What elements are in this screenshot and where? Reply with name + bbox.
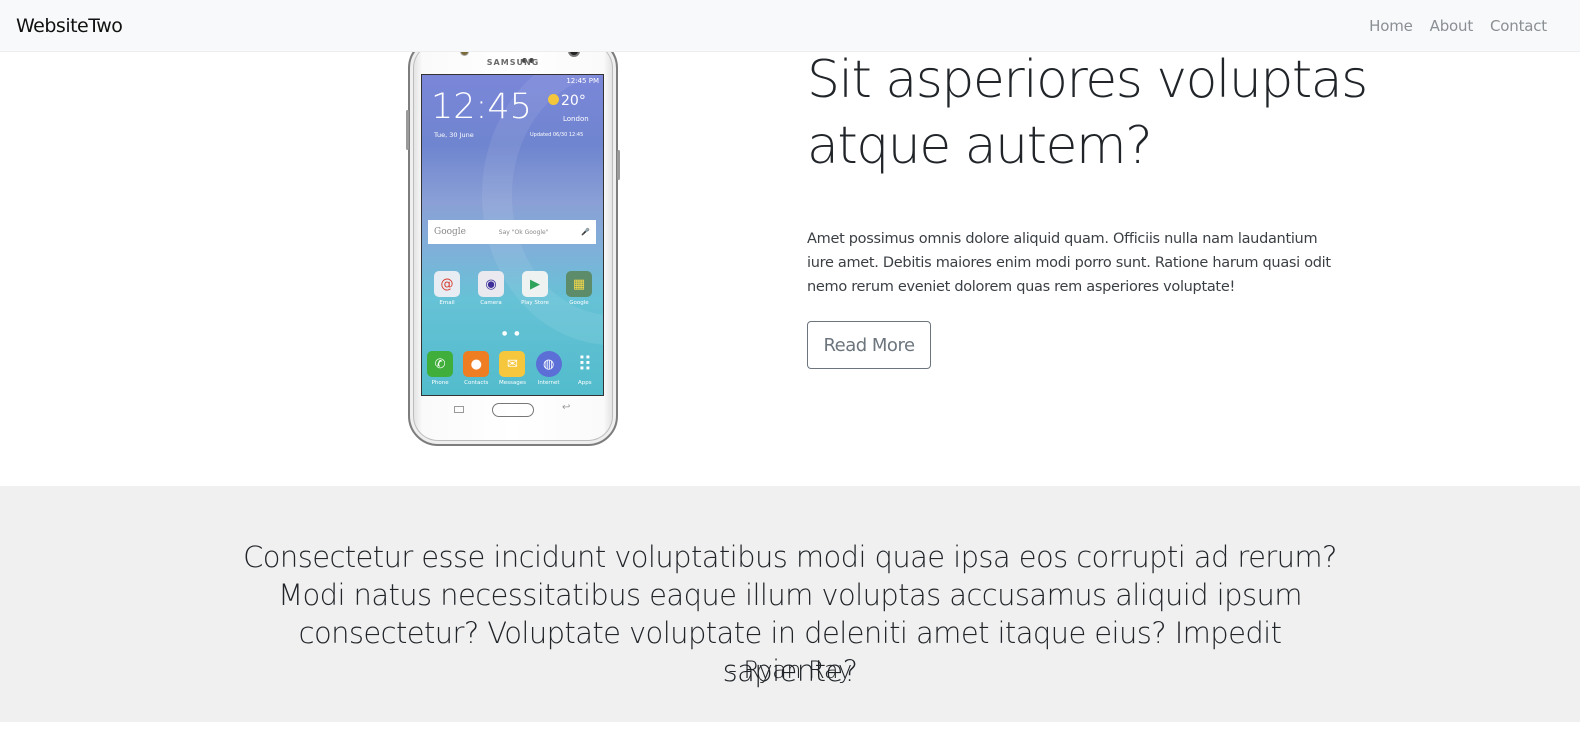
google-folder-icon: ▦ [566, 271, 592, 297]
phone-body: SAMSUNG 12:45 PM 12:45 Tue, 30 June 20° … [406, 38, 620, 446]
contacts-icon: ● [463, 351, 490, 377]
weather-sun-icon [548, 94, 559, 105]
email-icon: @ [434, 271, 460, 297]
camera-icon: ◉ [478, 271, 504, 297]
phone-brand-logo: SAMSUNG [486, 58, 540, 67]
home-button-icon [492, 403, 534, 417]
app-google: ▦ Google [562, 271, 596, 306]
nav-link-home[interactable]: Home [1369, 17, 1413, 35]
app-label: Camera [480, 300, 502, 306]
quote-author: - Ryan Ray [728, 656, 852, 684]
recent-apps-icon [454, 406, 464, 413]
hero-section: SAMSUNG 12:45 PM 12:45 Tue, 30 June 20° … [0, 38, 1580, 486]
app-phone: ✆ Phone [423, 351, 457, 386]
app-email: @ Email [430, 271, 464, 306]
app-label: Google [569, 300, 589, 306]
app-label: Internet [537, 380, 560, 386]
weather-location: London [563, 115, 589, 123]
app-dock: ✆ Phone ● Contacts ✉ Messages ◍ Internet [422, 351, 603, 386]
app-label: Apps [578, 380, 592, 386]
messages-icon: ✉ [499, 351, 526, 377]
app-apps: ⠿ Apps [568, 351, 602, 386]
app-camera: ◉ Camera [474, 271, 508, 306]
page-indicator-dots: ●● [502, 330, 527, 337]
phone-screen: 12:45 PM 12:45 Tue, 30 June 20° London U… [421, 74, 604, 396]
app-play-store: ▶ Play Store [518, 271, 552, 306]
hero-paragraph: Amet possimus omnis dolore aliquid quam.… [807, 231, 1331, 295]
navbar-brand[interactable]: WebsiteTwo [16, 15, 123, 37]
google-search-brand: Google [434, 227, 466, 237]
app-label: Contacts [464, 380, 489, 386]
app-label: Email [439, 300, 455, 306]
nav-link-about[interactable]: About [1430, 17, 1474, 35]
app-internet: ◍ Internet [532, 351, 566, 386]
app-messages: ✉ Messages [495, 351, 529, 386]
google-search-hint: Say "Ok Google" [498, 228, 549, 236]
volume-button [406, 110, 409, 150]
app-contacts: ● Contacts [459, 351, 493, 386]
app-label: Messages [498, 380, 526, 386]
weather-updated: Updated 06/30 12:45 [530, 132, 584, 138]
play-store-icon: ▶ [522, 271, 548, 297]
navbar: WebsiteTwo Home About Contact [0, 0, 1580, 52]
power-button [617, 150, 620, 180]
hero-title: Sit asperiores voluptas atque autem? [807, 50, 1368, 176]
google-search-widget: Google Say "Ok Google" 🎤 [428, 220, 596, 244]
app-label: Phone [431, 380, 449, 386]
apps-grid-icon: ⠿ [577, 352, 593, 376]
home-app-grid: @ Email ◉ Camera ▶ Play Store ▦ Google [425, 271, 601, 306]
weather-temperature: 20° [561, 93, 586, 109]
phone-status-time: 12:45 PM [566, 77, 599, 85]
app-label: Play Store [521, 300, 549, 306]
phone-image: SAMSUNG 12:45 PM 12:45 Tue, 30 June 20° … [406, 38, 620, 446]
phone-clock: 12:45 [431, 87, 532, 127]
phone-icon: ✆ [427, 351, 454, 377]
nav-link-contact[interactable]: Contact [1490, 17, 1547, 35]
quote-section: Consectetur esse incidunt voluptatibus m… [0, 486, 1580, 722]
hero-content: Sit asperiores voluptas atque autem? Ame… [807, 50, 1368, 369]
internet-icon: ◍ [535, 351, 562, 377]
nav-links: Home About Contact [1369, 17, 1547, 35]
weather-widget: 20° [548, 93, 586, 109]
microphone-icon: 🎤 [581, 228, 590, 236]
phone-date: Tue, 30 June [434, 131, 474, 139]
back-arrow-icon: ↩ [562, 402, 571, 413]
read-more-button[interactable]: Read More [807, 321, 931, 369]
